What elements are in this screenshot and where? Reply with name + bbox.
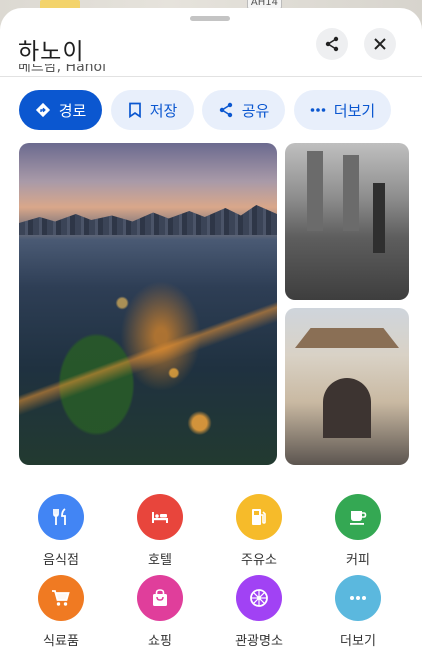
share-icon bbox=[324, 36, 340, 52]
category-label: 커피 bbox=[346, 553, 370, 568]
category-grocery[interactable]: 식료품 bbox=[16, 575, 106, 649]
category-label: 관광명소 bbox=[235, 634, 283, 649]
save-button[interactable]: 저장 bbox=[111, 90, 194, 130]
grocery-cart-icon bbox=[38, 575, 84, 621]
hotel-icon bbox=[137, 494, 183, 540]
category-shopping[interactable]: 쇼핑 bbox=[115, 575, 205, 649]
category-gas-station[interactable]: 주유소 bbox=[214, 494, 304, 568]
restaurant-icon bbox=[38, 494, 84, 540]
header-divider bbox=[0, 76, 422, 77]
photo-skyline bbox=[19, 205, 277, 235]
share-icon bbox=[218, 102, 234, 118]
more-label: 더보기 bbox=[333, 101, 376, 120]
place-subtitle: 베트남, Hanoi bbox=[18, 64, 106, 75]
close-button[interactable] bbox=[364, 28, 396, 60]
photo-lights bbox=[19, 263, 277, 463]
photo-gate-arch bbox=[323, 378, 371, 438]
category-label: 주유소 bbox=[241, 553, 277, 568]
photo-temple-gate[interactable] bbox=[285, 308, 409, 465]
shopping-bag-icon bbox=[137, 575, 183, 621]
photo-hanoi-lake-night[interactable] bbox=[19, 143, 277, 465]
coffee-icon bbox=[335, 494, 381, 540]
more-horizontal-icon bbox=[335, 575, 381, 621]
share-button[interactable] bbox=[316, 28, 348, 60]
category-label: 음식점 bbox=[43, 553, 79, 568]
directions-label: 경로 bbox=[58, 101, 87, 120]
category-coffee[interactable]: 커피 bbox=[313, 494, 403, 568]
category-hotel[interactable]: 호텔 bbox=[115, 494, 205, 568]
category-more[interactable]: 더보기 bbox=[313, 575, 403, 649]
photo-gate-roof bbox=[295, 328, 399, 348]
category-restaurant[interactable]: 음식점 bbox=[16, 494, 106, 568]
gas-station-icon bbox=[236, 494, 282, 540]
place-bottom-sheet: 하노이 베트남, Hanoi 경로 저장 공유 더보기 음식점 호텔 주유소 커… bbox=[0, 8, 422, 662]
category-label: 더보기 bbox=[340, 634, 376, 649]
share-label: 공유 bbox=[241, 101, 270, 120]
drag-handle[interactable] bbox=[190, 16, 230, 21]
category-label: 호텔 bbox=[148, 553, 172, 568]
category-attractions[interactable]: 관광명소 bbox=[214, 575, 304, 649]
photo-tower bbox=[307, 151, 323, 231]
bookmark-icon bbox=[128, 102, 142, 118]
more-horizontal-icon bbox=[310, 107, 326, 113]
save-label: 저장 bbox=[149, 101, 178, 120]
place-title: 하노이 bbox=[18, 39, 85, 65]
photo-tower bbox=[343, 155, 359, 231]
close-icon bbox=[373, 37, 387, 51]
share-chip-button[interactable]: 공유 bbox=[202, 90, 285, 130]
category-label: 쇼핑 bbox=[148, 634, 172, 649]
photo-statue bbox=[373, 183, 385, 253]
directions-icon bbox=[35, 102, 51, 118]
category-label: 식료품 bbox=[43, 634, 79, 649]
attraction-icon bbox=[236, 575, 282, 621]
photo-cathedral[interactable] bbox=[285, 143, 409, 300]
more-button[interactable]: 더보기 bbox=[294, 90, 391, 130]
directions-button[interactable]: 경로 bbox=[19, 90, 102, 130]
